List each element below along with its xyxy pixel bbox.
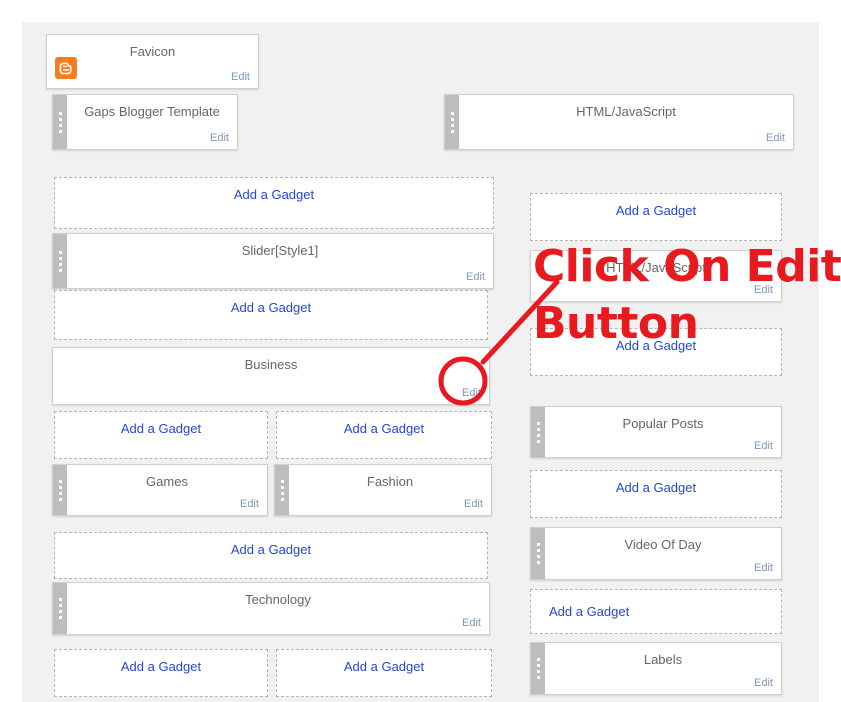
drag-handle-icon[interactable] bbox=[275, 465, 289, 515]
add-gadget-label: Add a Gadget bbox=[615, 480, 697, 495]
widget-favicon[interactable]: Favicon Edit bbox=[46, 34, 259, 89]
drag-handle-icon[interactable] bbox=[53, 465, 67, 515]
widget-title: Gaps Blogger Template bbox=[84, 104, 220, 119]
add-gadget-main-top[interactable]: Add a Gadget bbox=[54, 177, 494, 229]
widget-body: Favicon Edit bbox=[47, 35, 258, 88]
add-gadget-label: Add a Gadget bbox=[615, 203, 697, 218]
widget-body: Video Of Day Edit bbox=[545, 528, 781, 579]
widget-body: Popular Posts Edit bbox=[545, 407, 781, 457]
add-gadget-label: Add a Gadget bbox=[343, 421, 425, 436]
add-gadget-main-games[interactable]: Add a Gadget bbox=[54, 411, 268, 459]
widget-body: Fashion Edit bbox=[289, 465, 491, 515]
drag-handle-icon[interactable] bbox=[531, 407, 545, 457]
add-gadget-sidebar-video[interactable]: Add a Gadget bbox=[530, 470, 782, 518]
widget-body: Labels Edit bbox=[545, 643, 781, 694]
widget-title: Popular Posts bbox=[622, 416, 704, 431]
widget-body: Gaps Blogger Template Edit bbox=[67, 95, 237, 149]
widget-title: Favicon bbox=[129, 44, 176, 59]
drag-handle-icon[interactable] bbox=[445, 95, 459, 149]
widget-business[interactable]: Business Edit bbox=[52, 347, 490, 405]
widget-header-html-javascript[interactable]: HTML/JavaScript Edit bbox=[444, 94, 794, 150]
widget-body: Technology Edit bbox=[67, 583, 489, 634]
widget-title: Slider[Style1] bbox=[241, 243, 319, 258]
widget-title: Video Of Day bbox=[624, 537, 702, 552]
widget-title: Fashion bbox=[366, 474, 414, 489]
add-gadget-sidebar-labels[interactable]: Add a Gadget bbox=[530, 589, 782, 634]
widget-title: Labels bbox=[643, 652, 683, 667]
add-gadget-label: Add a Gadget bbox=[343, 659, 425, 674]
layout-editor-screen: Favicon Edit Gaps Blogger Template Edit bbox=[0, 0, 841, 702]
widget-title: Games bbox=[146, 474, 188, 489]
edit-link[interactable]: Edit bbox=[462, 387, 481, 399]
widget-title: HTML/JavaScript bbox=[576, 104, 676, 119]
add-gadget-label: Add a Gadget bbox=[230, 542, 312, 557]
edit-link[interactable]: Edit bbox=[231, 71, 250, 83]
add-gadget-label: Add a Gadget bbox=[120, 659, 202, 674]
edit-link[interactable]: Edit bbox=[464, 498, 483, 510]
add-gadget-sidebar-top[interactable]: Add a Gadget bbox=[530, 193, 782, 241]
widget-labels[interactable]: Labels Edit bbox=[530, 642, 782, 695]
annotation-text-line-1: Click On Edit bbox=[533, 241, 841, 292]
edit-link[interactable]: Edit bbox=[462, 617, 481, 629]
blogger-b-icon bbox=[55, 57, 77, 79]
edit-link[interactable]: Edit bbox=[210, 132, 229, 144]
add-gadget-main-bottom-right[interactable]: Add a Gadget bbox=[276, 649, 492, 697]
drag-handle-icon[interactable] bbox=[53, 234, 67, 288]
edit-link[interactable]: Edit bbox=[754, 440, 773, 452]
annotation-text-line-2: Button bbox=[533, 298, 699, 349]
widget-title: Technology bbox=[245, 592, 311, 607]
drag-handle-icon[interactable] bbox=[531, 643, 545, 694]
add-gadget-label: Add a Gadget bbox=[230, 300, 312, 315]
widget-body: Games Edit bbox=[67, 465, 267, 515]
widget-body: HTML/JavaScript Edit bbox=[459, 95, 793, 149]
add-gadget-label: Add a Gadget bbox=[120, 421, 202, 436]
add-gadget-label: Add a Gadget bbox=[233, 187, 315, 202]
widget-games[interactable]: Games Edit bbox=[52, 464, 268, 516]
layout-panel: Favicon Edit Gaps Blogger Template Edit bbox=[22, 22, 819, 702]
add-gadget-label: Add a Gadget bbox=[549, 604, 630, 619]
add-gadget-main-tech[interactable]: Add a Gadget bbox=[54, 532, 488, 579]
drag-handle-icon[interactable] bbox=[531, 528, 545, 579]
widget-body: Slider[Style1] Edit bbox=[67, 234, 493, 288]
widget-popular-posts[interactable]: Popular Posts Edit bbox=[530, 406, 782, 458]
edit-link[interactable]: Edit bbox=[766, 132, 785, 144]
widget-fashion[interactable]: Fashion Edit bbox=[274, 464, 492, 516]
edit-link[interactable]: Edit bbox=[754, 562, 773, 574]
widget-technology[interactable]: Technology Edit bbox=[52, 582, 490, 635]
widget-header-title[interactable]: Gaps Blogger Template Edit bbox=[52, 94, 238, 150]
edit-link[interactable]: Edit bbox=[754, 677, 773, 689]
drag-handle-icon[interactable] bbox=[53, 583, 67, 634]
edit-link[interactable]: Edit bbox=[240, 498, 259, 510]
widget-title: Business bbox=[244, 357, 298, 372]
edit-link[interactable]: Edit bbox=[466, 271, 485, 283]
widget-video-of-day[interactable]: Video Of Day Edit bbox=[530, 527, 782, 580]
add-gadget-main-bottom-left[interactable]: Add a Gadget bbox=[54, 649, 268, 697]
drag-handle-icon[interactable] bbox=[53, 95, 67, 149]
add-gadget-main-fashion[interactable]: Add a Gadget bbox=[276, 411, 492, 459]
add-gadget-main-mid[interactable]: Add a Gadget bbox=[54, 290, 488, 340]
widget-body: Business Edit bbox=[53, 348, 489, 404]
widget-slider[interactable]: Slider[Style1] Edit bbox=[52, 233, 494, 289]
